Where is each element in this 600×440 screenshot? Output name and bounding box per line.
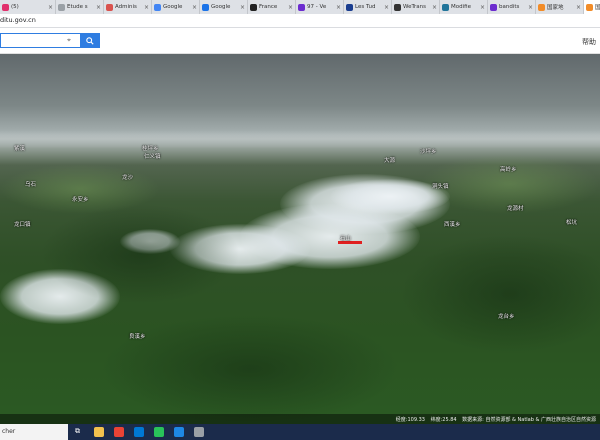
taskbar-app-icon[interactable] xyxy=(94,427,104,437)
tab-title: Google xyxy=(211,4,231,10)
tab-favicon-icon xyxy=(394,3,401,11)
location-pin-icon[interactable]: ⌖ xyxy=(67,36,71,45)
url-text[interactable]: ditu.gov.cn xyxy=(0,16,36,24)
search-icon xyxy=(86,36,94,45)
browser-tab[interactable]: Modifie × xyxy=(440,0,488,14)
tab-title: Modifie xyxy=(451,4,471,10)
address-bar[interactable]: ditu.gov.cn xyxy=(0,14,600,28)
tab-close-icon[interactable]: × xyxy=(384,4,389,11)
place-label[interactable]: 仁义镇 xyxy=(144,152,161,160)
place-label[interactable]: 龙源村 xyxy=(507,204,524,212)
taskbar-app-icon[interactable] xyxy=(154,427,164,437)
tab-title: Google xyxy=(163,4,183,10)
taskbar-app-icon[interactable] xyxy=(194,427,204,437)
tab-title: 国家地 xyxy=(595,5,600,11)
tab-close-icon[interactable]: × xyxy=(96,4,101,11)
tab-close-icon[interactable]: × xyxy=(576,4,581,11)
browser-tab[interactable]: Étude s × xyxy=(56,0,104,14)
tab-title: France xyxy=(259,4,278,10)
place-label[interactable]: 龙口镇 xyxy=(14,220,31,228)
place-label[interactable]: 桂坪乡 xyxy=(142,144,159,152)
terrain-shade xyxy=(40,204,240,304)
help-link[interactable]: 帮助 xyxy=(582,37,596,47)
terrain-shade xyxy=(100,314,400,424)
site-header: ⌖ 帮助 xyxy=(0,28,600,54)
browser-tab[interactable]: (5) × xyxy=(0,0,56,14)
tab-close-icon[interactable]: × xyxy=(528,4,533,11)
browser-tab[interactable]: 国家地× xyxy=(584,0,600,14)
tab-close-icon[interactable]: × xyxy=(240,4,245,11)
search-button[interactable] xyxy=(80,33,100,48)
browser-tab[interactable]: France × xyxy=(248,0,296,14)
tab-close-icon[interactable]: × xyxy=(144,4,149,11)
browser-tab[interactable]: Google × xyxy=(200,0,248,14)
tab-close-icon[interactable]: × xyxy=(192,4,197,11)
tab-favicon-icon xyxy=(250,3,257,11)
tab-favicon-icon xyxy=(298,3,305,11)
terrain-shade xyxy=(400,234,600,354)
tab-favicon-icon xyxy=(2,3,9,11)
taskbar-app-icon[interactable] xyxy=(114,427,124,437)
place-label[interactable]: 沙坪乡 xyxy=(420,147,437,155)
place-label[interactable]: 龙沙 xyxy=(122,173,133,181)
taskbar-app-icon[interactable] xyxy=(134,427,144,437)
tab-title: Les Tud xyxy=(355,4,376,10)
horizon-haze xyxy=(0,130,600,148)
taskbar-search[interactable]: cher xyxy=(0,424,68,440)
latitude-readout: 纬度:25.84 xyxy=(430,417,457,423)
place-label[interactable]: 大源 xyxy=(384,156,395,164)
tab-favicon-icon xyxy=(106,3,113,11)
place-label[interactable]: 洞头镇 xyxy=(432,182,449,190)
tab-title: bandits xyxy=(499,4,520,10)
tab-favicon-icon xyxy=(538,3,545,11)
tab-close-icon[interactable]: × xyxy=(336,4,341,11)
browser-tab[interactable]: 97 - Ve × xyxy=(296,0,344,14)
map-status-bar: 经度:109.33 纬度:25.84 数据来源: 自然资源部 & Natlab … xyxy=(0,414,600,424)
tab-title: 国家地 xyxy=(547,5,564,11)
longitude-readout: 经度:109.33 xyxy=(395,417,425,423)
tab-favicon-icon xyxy=(346,3,353,11)
tab-title: Adminis xyxy=(115,4,137,10)
place-label[interactable]: 龙台乡 xyxy=(498,312,515,320)
place-label[interactable]: 松坑 xyxy=(566,218,577,226)
tab-close-icon[interactable]: × xyxy=(432,4,437,11)
tab-title: 97 - Ve xyxy=(307,4,327,10)
task-view-icon[interactable]: ⧉ xyxy=(75,427,80,436)
place-label[interactable]: 高岭乡 xyxy=(500,165,517,173)
browser-tab[interactable]: WeTrans × xyxy=(392,0,440,14)
tab-favicon-icon xyxy=(586,3,593,11)
tab-title: WeTrans xyxy=(403,4,427,10)
tab-close-icon[interactable]: × xyxy=(480,4,485,11)
browser-tab[interactable]: Les Tud × xyxy=(344,0,392,14)
tab-favicon-icon xyxy=(202,3,209,11)
place-label[interactable]: 永安乡 xyxy=(72,195,89,203)
place-label[interactable]: 西溪乡 xyxy=(444,220,461,228)
browser-tab[interactable]: bandits × xyxy=(488,0,536,14)
tab-title: Étude s xyxy=(67,4,88,10)
place-label[interactable]: 乌石 xyxy=(25,180,36,188)
place-label[interactable]: 良溪乡 xyxy=(129,332,146,340)
tab-favicon-icon xyxy=(490,3,497,11)
tab-title: (5) xyxy=(11,4,19,10)
place-label[interactable]: 石山 xyxy=(340,234,351,242)
browser-tab[interactable]: Google × xyxy=(152,0,200,14)
taskbar-app-icon[interactable] xyxy=(174,427,184,437)
os-taskbar: cher ⧉ xyxy=(0,424,600,440)
browser-tab-strip: (5) × Étude s × Adminis × Google × Google × France… xyxy=(0,0,600,14)
map-view[interactable]: 经度:109.33 纬度:25.84 数据来源: 自然资源部 & Natlab … xyxy=(0,54,600,424)
tab-favicon-icon xyxy=(58,3,65,11)
data-source: 数据来源: 自然资源部 & Natlab & 广西壮族自治区自然资源 xyxy=(462,417,596,423)
terrain-highlight xyxy=(0,164,160,214)
tab-favicon-icon xyxy=(442,3,449,11)
place-label[interactable]: 紫溪 xyxy=(14,144,25,152)
coordinate-readout: 经度:109.33 纬度:25.84 数据来源: 自然资源部 & Natlab … xyxy=(392,416,596,423)
tab-close-icon[interactable]: × xyxy=(48,4,53,11)
browser-tab[interactable]: Adminis × xyxy=(104,0,152,14)
tab-favicon-icon xyxy=(154,3,161,11)
tab-close-icon[interactable]: × xyxy=(288,4,293,11)
browser-tab[interactable]: 国家地 × xyxy=(536,0,584,14)
